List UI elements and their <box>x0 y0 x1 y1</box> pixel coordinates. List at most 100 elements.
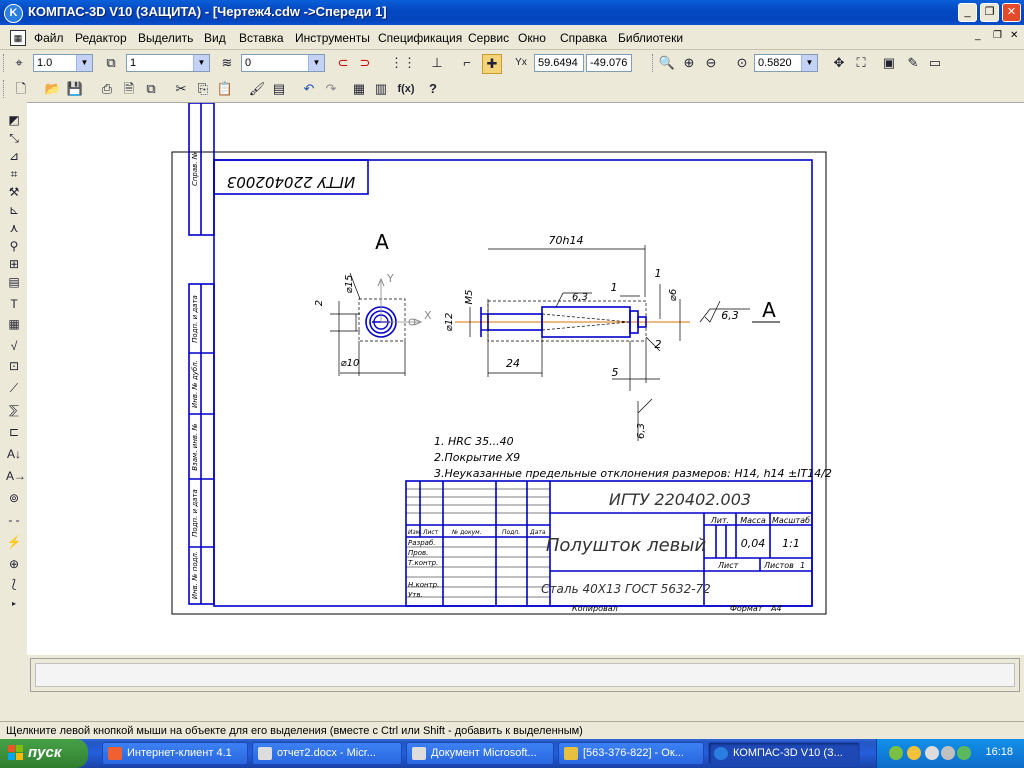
properties-icon[interactable]: ✎ <box>904 54 922 72</box>
menu-file[interactable]: Файл <box>34 31 64 45</box>
new-document-icon[interactable]: 🗋 <box>12 80 30 98</box>
drawing-canvas[interactable]: ИГТУ 220402003 А А Справ. № Подп. и дата… <box>27 102 1024 655</box>
print-icon[interactable]: ⎙ <box>98 80 116 98</box>
parametrization-icon[interactable]: ⚒ <box>6 184 22 200</box>
center-mark-icon[interactable]: ⊕ <box>6 556 22 572</box>
zoom-scale-icon[interactable]: ⊙ <box>733 54 751 72</box>
table-icon[interactable]: ▦ <box>6 316 22 332</box>
text-icon[interactable]: T <box>6 296 22 312</box>
dimensions-icon[interactable]: ⤡ <box>6 130 22 146</box>
toolbar-grip[interactable] <box>652 54 656 72</box>
measure-icon[interactable]: ⊾ <box>6 202 22 218</box>
manager-icon[interactable]: ▦ <box>350 80 368 98</box>
snap-icon[interactable]: ⌖ <box>10 54 28 72</box>
menu-edit[interactable]: Редактор <box>75 31 127 45</box>
menu-insert[interactable]: Вставка <box>239 31 284 45</box>
style-combo[interactable]: 0 ▼ <box>241 54 325 72</box>
library-manager-icon[interactable]: ▥ <box>372 80 390 98</box>
close-button[interactable]: ✕ <box>1002 3 1021 22</box>
tray-icon[interactable] <box>925 746 939 760</box>
menu-help[interactable]: Справка <box>560 31 607 45</box>
designations-icon[interactable]: ⊿ <box>6 148 22 164</box>
tray-icon[interactable] <box>957 746 971 760</box>
save-icon[interactable]: 💾 <box>66 80 84 98</box>
show-all-icon[interactable]: ⛶ <box>852 54 870 72</box>
style-icon[interactable]: ≋ <box>218 54 236 72</box>
format-brush-icon[interactable]: 🖌 <box>248 80 266 98</box>
associative-view-icon[interactable]: ⚲ <box>6 238 22 254</box>
doc-minimize-button[interactable]: _ <box>975 30 981 41</box>
layer-combo[interactable]: 1 ▼ <box>126 54 210 72</box>
base-icon[interactable]: ⊡ <box>6 358 22 374</box>
cut-line-icon[interactable]: A↓ <box>6 446 22 462</box>
chevron-down-icon[interactable]: ▼ <box>193 55 209 71</box>
editing-icon[interactable]: ⌗ <box>6 166 22 182</box>
menu-libraries[interactable]: Библиотеки <box>618 31 683 45</box>
magnet-icon[interactable]: ⊂ <box>334 54 352 72</box>
paste-icon[interactable]: 📋 <box>216 80 234 98</box>
coord-y-field[interactable]: -49.076 <box>586 54 632 72</box>
task-word-report[interactable]: отчет2.docx - Micr... <box>252 742 402 765</box>
spec-icon[interactable]: ⊞ <box>6 256 22 272</box>
refresh-view-icon[interactable]: ▣ <box>880 54 898 72</box>
leader-mark-icon[interactable]: ⊚ <box>6 490 22 506</box>
menu-select[interactable]: Выделить <box>138 31 193 45</box>
copy-icon[interactable]: ⎘ <box>194 80 212 98</box>
drawing-sheet[interactable]: ИГТУ 220402003 А А Справ. № Подп. и дата… <box>27 103 1024 655</box>
restore-button[interactable]: ❐ <box>980 3 999 22</box>
task-word-document[interactable]: Документ Microsoft... <box>406 742 554 765</box>
select-icon[interactable]: ⋏ <box>6 220 22 236</box>
kompas-app-icon[interactable]: K <box>4 4 23 23</box>
help-pointer-icon[interactable]: ? <box>424 80 442 98</box>
grid-icon[interactable]: ⋮⋮ <box>390 54 416 72</box>
tray-icon[interactable] <box>907 746 921 760</box>
print-preview-icon[interactable]: 🗎 <box>120 80 138 98</box>
zoom-combo[interactable]: 0.5820 ▼ <box>754 54 818 72</box>
cursor-snap-icon[interactable]: ✚ <box>482 54 502 74</box>
document-icon[interactable]: ▦ <box>10 30 26 46</box>
chevron-down-icon[interactable]: ▼ <box>801 55 817 71</box>
zoom-out-icon[interactable]: ⊖ <box>702 54 720 72</box>
properties-sheet-icon[interactable]: ▤ <box>270 80 288 98</box>
leader-icon[interactable]: ⟋ <box>6 380 22 396</box>
line-scale-combo[interactable]: 1.0 ▼ <box>33 54 93 72</box>
panel-icon[interactable]: ▭ <box>926 54 944 72</box>
chevron-down-icon[interactable]: ▼ <box>76 55 92 71</box>
property-panel-area[interactable] <box>35 663 1015 687</box>
menu-service[interactable]: Сервис <box>468 31 509 45</box>
toolbar-grip[interactable] <box>3 54 7 72</box>
magnet-local-icon[interactable]: ⊃ <box>356 54 374 72</box>
chevron-down-icon[interactable]: ▼ <box>308 55 324 71</box>
menu-view[interactable]: Вид <box>204 31 226 45</box>
tolerance-icon[interactable]: ⊏ <box>6 424 22 440</box>
start-button[interactable]: пуск <box>0 739 88 768</box>
menu-tools[interactable]: Инструменты <box>295 31 370 45</box>
tray-icon[interactable] <box>889 746 903 760</box>
zoom-window-icon[interactable]: 🔍 <box>658 54 676 72</box>
redo-icon[interactable]: ↷ <box>322 80 340 98</box>
round-icon[interactable]: ⌐ <box>458 54 476 72</box>
ortho-icon[interactable]: ⊥ <box>428 54 446 72</box>
roughness-icon[interactable]: √ <box>6 338 22 354</box>
position-icon[interactable]: ⅀ <box>6 402 22 418</box>
layer-icon[interactable]: ⧉ <box>102 54 120 72</box>
menu-window[interactable]: Окно <box>518 31 546 45</box>
task-internet-client[interactable]: Интернет-клиент 4.1 <box>102 742 248 765</box>
reports-icon[interactable]: ▤ <box>6 274 22 290</box>
axis-line-icon[interactable]: - - <box>6 512 22 528</box>
undo-icon[interactable]: ↶ <box>300 80 318 98</box>
coord-x-field[interactable]: 59.6494 <box>534 54 584 72</box>
more-tools-icon[interactable]: ▸ <box>6 596 22 612</box>
doc-restore-button[interactable]: ❐ <box>993 30 1002 41</box>
zoom-in-icon[interactable]: ⊕ <box>680 54 698 72</box>
break-icon[interactable]: ⟅ <box>6 576 22 592</box>
toolbar-grip[interactable] <box>3 80 7 98</box>
document-manager-icon[interactable]: ⧉ <box>142 80 160 98</box>
doc-close-button[interactable]: ✕ <box>1010 30 1018 41</box>
view-arrow-icon[interactable]: A→ <box>6 468 26 484</box>
task-kompas[interactable]: КОМПАС-3D V10 (З... <box>708 742 860 765</box>
variables-button[interactable]: f(x) <box>394 80 418 98</box>
minimize-button[interactable]: _ <box>958 3 977 22</box>
pan-icon[interactable]: ✥ <box>830 54 848 72</box>
volume-icon[interactable] <box>941 746 955 760</box>
